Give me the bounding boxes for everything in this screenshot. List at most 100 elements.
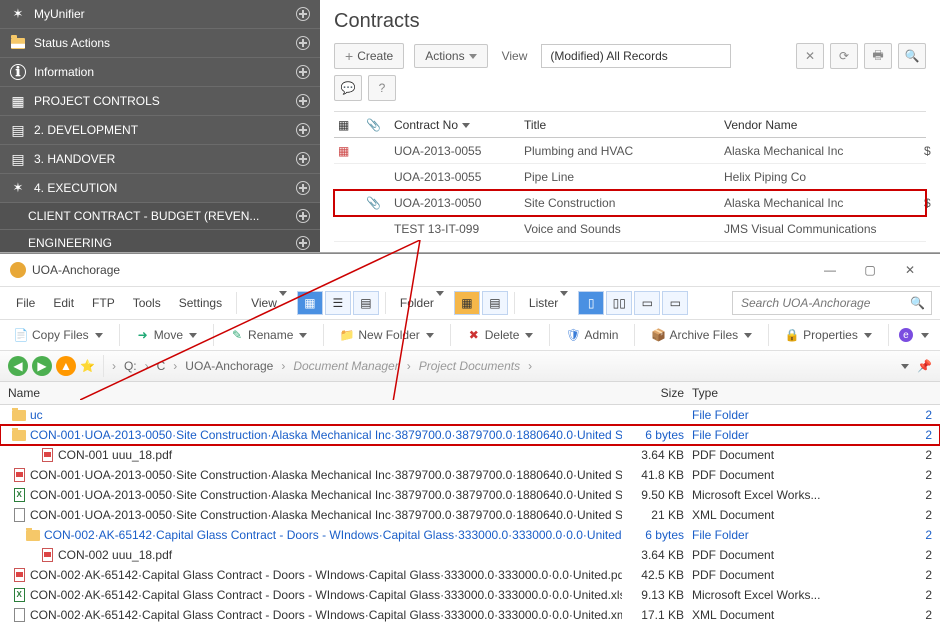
- expand-icon[interactable]: [296, 94, 310, 108]
- sidebar-item[interactable]: Status Actions: [0, 29, 320, 58]
- file-row[interactable]: CON-001·UOA-2013-0050·Site Construction·…: [0, 485, 940, 505]
- nav-forward[interactable]: ▶: [32, 356, 52, 376]
- foldermode-2[interactable]: ▤: [482, 291, 508, 315]
- lister-4[interactable]: ▭: [662, 291, 688, 315]
- col-vendor[interactable]: Vendor Name: [720, 118, 920, 132]
- search-box[interactable]: 🔍: [732, 291, 932, 315]
- crumb-docmgr[interactable]: Document Manager: [289, 357, 402, 375]
- menu-file[interactable]: File: [8, 292, 43, 314]
- crumb-projdocs[interactable]: Project Documents: [415, 357, 524, 375]
- tools-icon[interactable]: ✕: [796, 43, 824, 69]
- sidebar-item[interactable]: 4. EXECUTION: [0, 174, 320, 203]
- expand-icon[interactable]: [296, 152, 310, 166]
- minimize-button[interactable]: —: [810, 260, 850, 280]
- menu-lister[interactable]: Lister: [521, 292, 576, 314]
- delete-button[interactable]: ✖Delete: [461, 325, 540, 345]
- sidebar-item[interactable]: MyUnifier: [0, 0, 320, 29]
- new-folder-button[interactable]: 📁New Folder: [334, 325, 439, 345]
- copy-files-button[interactable]: 📄Copy Files: [8, 325, 109, 345]
- file-row[interactable]: CON-001·UOA-2013-0050·Site Construction·…: [0, 465, 940, 485]
- xls-icon: [12, 588, 26, 602]
- lister-3[interactable]: ▭: [634, 291, 660, 315]
- search-icon[interactable]: 🔍: [898, 43, 926, 69]
- file-size: 6 bytes: [622, 528, 692, 542]
- viewmode-3[interactable]: ▤: [353, 291, 379, 315]
- col-calendar[interactable]: ▦: [334, 118, 362, 132]
- file-row[interactable]: CON-002·AK-65142·Capital Glass Contract …: [0, 565, 940, 585]
- expand-icon[interactable]: [296, 36, 310, 50]
- menu-folder[interactable]: Folder: [392, 292, 452, 314]
- file-type: XML Document: [692, 608, 892, 622]
- search-input[interactable]: [739, 295, 910, 311]
- file-row[interactable]: ucFile Folder2: [0, 405, 940, 425]
- menu-ftp[interactable]: FTP: [84, 292, 123, 314]
- menu-settings[interactable]: Settings: [171, 292, 230, 314]
- refresh-icon[interactable]: ⟳: [830, 43, 858, 69]
- col-title[interactable]: Title: [520, 118, 720, 132]
- lister-1[interactable]: ▯: [578, 291, 604, 315]
- move-button[interactable]: ➜Move: [130, 325, 203, 345]
- sidebar-item[interactable]: 2. DEVELOPMENT: [0, 116, 320, 145]
- close-button[interactable]: ✕: [890, 260, 930, 280]
- menu-edit[interactable]: Edit: [45, 292, 82, 314]
- view-select[interactable]: (Modified) All Records: [541, 44, 731, 68]
- sidebar-item[interactable]: PROJECT CONTROLS: [0, 87, 320, 116]
- grid-header: ▦ 📎 Contract No Title Vendor Name: [334, 112, 926, 138]
- expand-icon[interactable]: [296, 209, 310, 223]
- maximize-button[interactable]: ▢: [850, 260, 890, 280]
- file-row[interactable]: CON-002·AK-65142·Capital Glass Contract …: [0, 585, 940, 605]
- col-contract-no[interactable]: Contract No: [390, 118, 520, 132]
- file-row[interactable]: CON-002·AK-65142·Capital Glass Contract …: [0, 525, 940, 545]
- sidebar-item[interactable]: CLIENT CONTRACT - BUDGET (REVEN...: [0, 203, 320, 230]
- lister-2[interactable]: ▯▯: [606, 291, 632, 315]
- actions-button[interactable]: Actions: [414, 44, 487, 68]
- crumb-project[interactable]: UOA-Anchorage: [181, 357, 277, 375]
- table-row[interactable]: UOA-2013-0055Pipe LineHelix Piping Co: [334, 164, 926, 190]
- help-icon[interactable]: ?: [368, 75, 396, 101]
- table-row[interactable]: ▦UOA-2013-0055Plumbing and HVACAlaska Me…: [334, 138, 926, 164]
- file-name: CON-002·AK-65142·Capital Glass Contract …: [8, 608, 622, 622]
- col-type[interactable]: Type: [692, 386, 892, 400]
- sidebar-item[interactable]: ENGINEERING: [0, 230, 320, 252]
- crumb-drive[interactable]: Q:: [120, 357, 141, 375]
- menu-tools[interactable]: Tools: [125, 292, 169, 314]
- expand-icon[interactable]: [296, 181, 310, 195]
- crumb-c[interactable]: C: [153, 357, 170, 375]
- file-row[interactable]: CON-002 uuu_18.pdf3.64 KBPDF Document2: [0, 545, 940, 565]
- properties-button[interactable]: 🔒Properties: [779, 325, 878, 345]
- sidebar-item[interactable]: 3. HANDOVER: [0, 145, 320, 174]
- expand-icon[interactable]: [296, 236, 310, 250]
- chat-icon[interactable]: 💬: [334, 75, 362, 101]
- file-row[interactable]: CON-002·AK-65142·Capital Glass Contract …: [0, 605, 940, 625]
- file-row[interactable]: CON-001 uuu_18.pdf3.64 KBPDF Document2: [0, 445, 940, 465]
- archive-button[interactable]: 📦Archive Files: [645, 325, 758, 345]
- foldermode-1[interactable]: ▦: [454, 291, 480, 315]
- plus-icon: [345, 48, 353, 64]
- file-row[interactable]: CON-001·UOA-2013-0050·Site Construction·…: [0, 505, 940, 525]
- expand-icon[interactable]: [296, 123, 310, 137]
- nav-up[interactable]: ▲: [56, 356, 76, 376]
- col-attach[interactable]: 📎: [362, 118, 390, 132]
- viewmode-2[interactable]: ☰: [325, 291, 351, 315]
- sidebar-item[interactable]: Information: [0, 58, 320, 87]
- search-icon[interactable]: 🔍: [910, 296, 925, 310]
- file-row[interactable]: CON-001·UOA-2013-0050·Site Construction·…: [0, 425, 940, 445]
- nav-back[interactable]: ◀: [8, 356, 28, 376]
- admin-button[interactable]: 🛡Admin: [560, 325, 624, 345]
- col-size[interactable]: Size: [622, 386, 692, 400]
- pin-icon[interactable]: 📌: [917, 359, 932, 373]
- expand-icon[interactable]: [296, 65, 310, 79]
- table-row[interactable]: 📎UOA-2013-0050Site ConstructionAlaska Me…: [334, 190, 926, 216]
- breadcrumb-caret[interactable]: [901, 364, 909, 369]
- viewmode-1[interactable]: ▦: [297, 291, 323, 315]
- menu-view[interactable]: View: [243, 292, 295, 314]
- fav-icon[interactable]: ⭐: [80, 359, 95, 373]
- rename-button[interactable]: ✎Rename: [224, 325, 313, 345]
- table-row[interactable]: TEST 13-IT-099Voice and SoundsJMS Visual…: [334, 216, 926, 242]
- pdf-icon: [12, 468, 26, 482]
- print-icon[interactable]: 🖶: [864, 43, 892, 69]
- expand-icon[interactable]: [296, 7, 310, 21]
- create-button[interactable]: Create: [334, 43, 404, 69]
- col-name[interactable]: Name: [8, 386, 622, 400]
- badge-icon[interactable]: e: [899, 328, 913, 342]
